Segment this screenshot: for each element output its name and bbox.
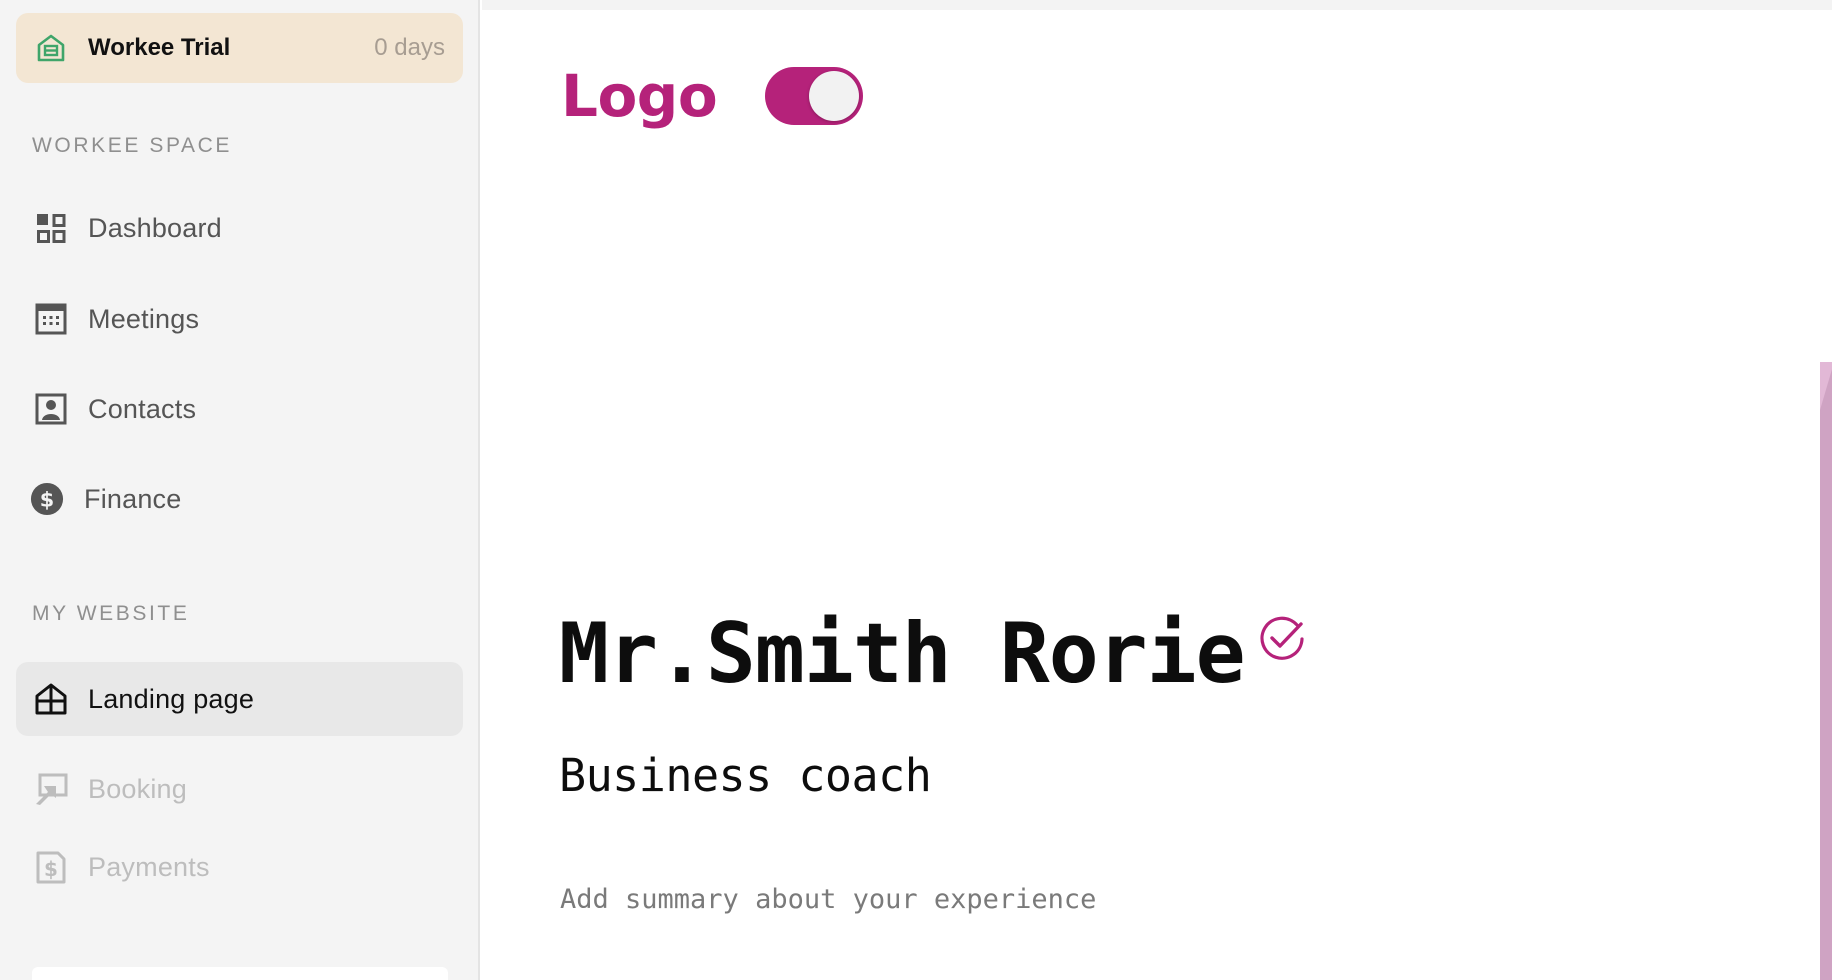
sidebar: Workee Trial 0 days WORKEE SPACE Dashboa… (0, 0, 480, 980)
trial-days-remaining: 0 days (374, 34, 445, 61)
toggle-knob (809, 71, 860, 121)
cover-image-edge (1820, 362, 1832, 980)
sidebar-item-label: Landing page (88, 683, 255, 714)
contact-card-icon (34, 392, 68, 426)
logo-row: Logo (561, 62, 864, 130)
sidebar-item-label: Contacts (88, 393, 197, 424)
sidebar-item-payments[interactable]: $ Payments (16, 830, 463, 904)
sidebar-item-label: Booking (88, 773, 187, 804)
profile-role[interactable]: Business coach (559, 749, 932, 802)
sidebar-item-dashboard[interactable]: Dashboard (16, 191, 463, 265)
dollar-icon: $ (30, 482, 64, 516)
trial-banner[interactable]: Workee Trial 0 days (16, 13, 463, 83)
sidebar-item-label: Payments (88, 851, 210, 882)
payment-doc-icon: $ (34, 850, 68, 884)
top-bar (482, 0, 1832, 10)
home-icon (34, 682, 68, 716)
logo-text[interactable]: Logo (561, 62, 718, 130)
verified-check-icon (1257, 614, 1307, 664)
svg-text:$: $ (44, 857, 58, 881)
sidebar-item-label: Meetings (88, 303, 200, 334)
sidebar-item-label: Dashboard (88, 212, 222, 243)
profile-name-row: Mr.Smith Rorie (559, 606, 1307, 702)
booking-icon (34, 772, 68, 806)
calendar-icon (34, 302, 68, 336)
sidebar-item-label: Finance (84, 483, 182, 514)
sidebar-item-landing-page[interactable]: Landing page (16, 662, 463, 736)
sidebar-item-booking[interactable]: Booking (16, 752, 463, 826)
summary-placeholder[interactable]: Add summary about your experience (560, 884, 1096, 915)
sidebar-item-finance[interactable]: $ Finance (16, 462, 463, 536)
section-label-website: MY WEBSITE (32, 602, 190, 625)
house-icon (34, 31, 68, 65)
profile-name[interactable]: Mr.Smith Rorie (559, 606, 1246, 702)
grid-icon (34, 211, 68, 245)
sidebar-item-contacts[interactable]: Contacts (16, 372, 463, 446)
svg-text:$: $ (40, 488, 54, 512)
sidebar-item-meetings[interactable]: Meetings (16, 282, 463, 356)
logo-visibility-toggle[interactable] (765, 67, 864, 125)
section-label-workspace: WORKEE SPACE (32, 134, 233, 157)
trial-title: Workee Trial (88, 34, 231, 61)
cover-image-corner (1820, 362, 1832, 410)
sidebar-bottom-card (32, 967, 448, 980)
